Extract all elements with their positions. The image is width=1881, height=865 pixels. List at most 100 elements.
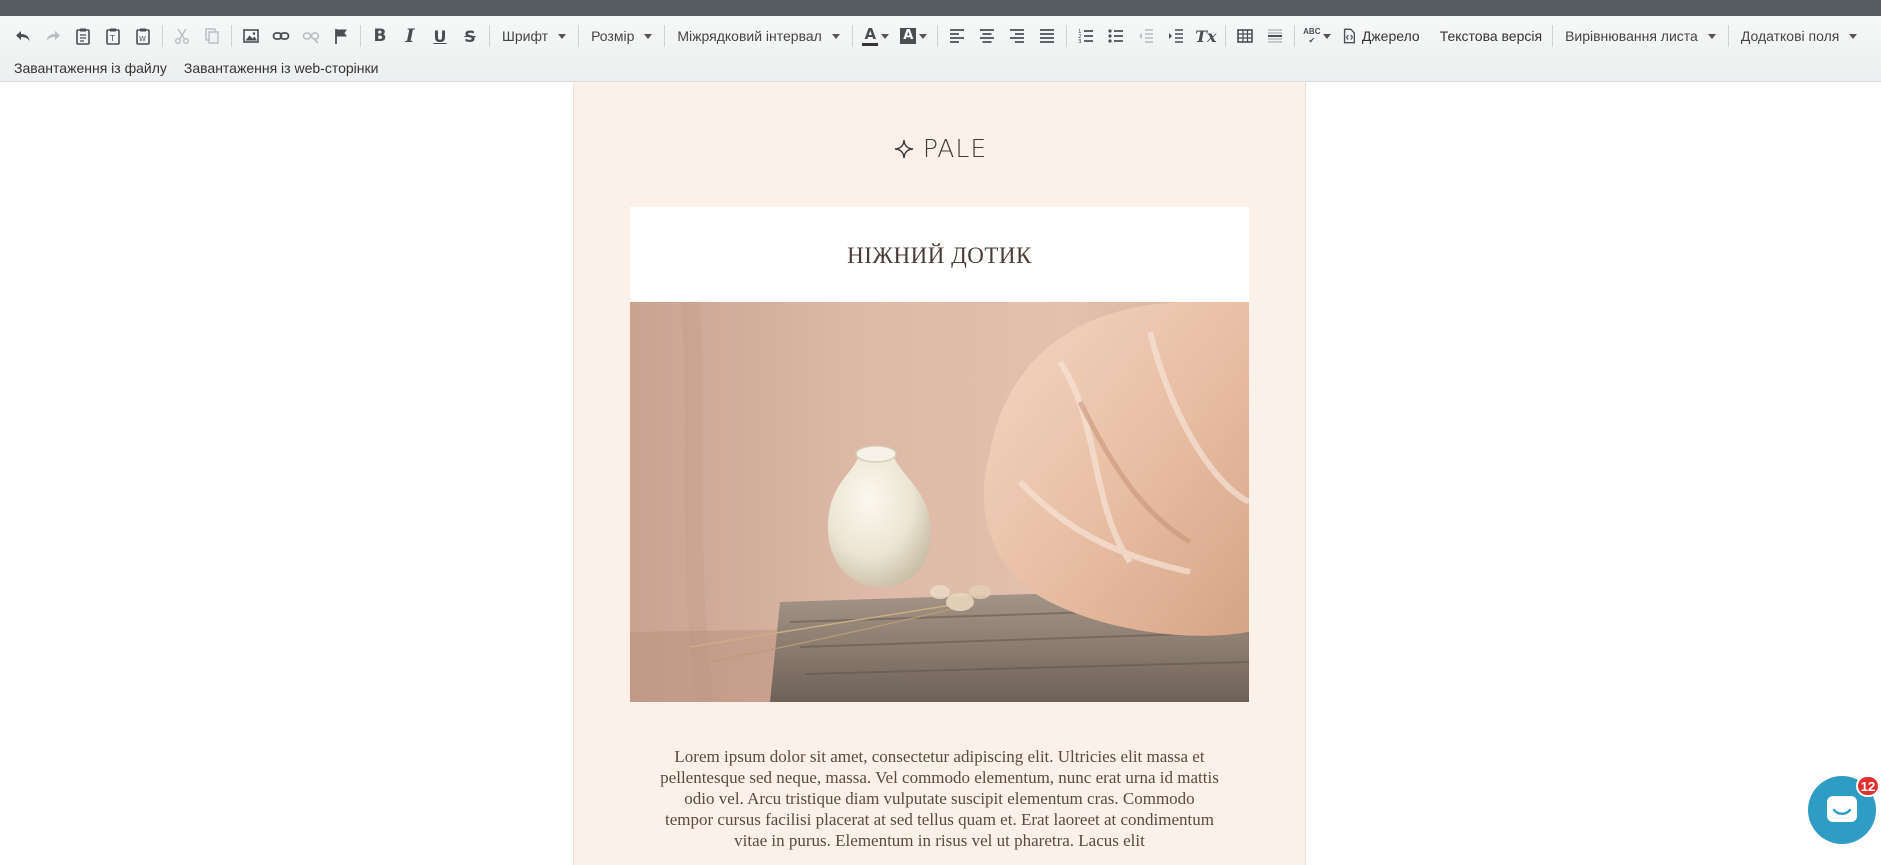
align-left-icon [949, 29, 964, 43]
align-left-button[interactable] [942, 22, 972, 50]
toolbar-separator [1552, 25, 1554, 47]
editor-toolbar: T W B I U S Шрифт Розмір Міжрядковий інт… [0, 16, 1881, 82]
paste-word-button[interactable]: W [128, 22, 158, 50]
copy-icon [205, 28, 219, 44]
svg-text:W: W [139, 35, 146, 43]
email-header-card[interactable]: НІЖНИЙ ДОТИК [630, 207, 1249, 303]
bulleted-list-button[interactable] [1101, 22, 1131, 50]
bold-button[interactable]: B [365, 22, 395, 50]
horizontal-rule-button[interactable] [1260, 22, 1290, 50]
outdent-button[interactable] [1131, 22, 1161, 50]
align-right-icon [1009, 29, 1024, 43]
strikethrough-button[interactable]: S [455, 22, 485, 50]
chevron-down-icon [644, 33, 653, 39]
table-icon [1237, 29, 1253, 43]
anchor-button[interactable] [326, 22, 356, 50]
svg-text:T: T [109, 34, 115, 43]
scissors-icon [175, 28, 189, 44]
size-dropdown[interactable]: Розмір [583, 22, 660, 50]
paste-text-button[interactable]: T [98, 22, 128, 50]
chevron-down-icon [831, 33, 840, 39]
align-right-button[interactable] [1002, 22, 1032, 50]
paste-text-icon: T [106, 28, 120, 45]
copy-button[interactable] [197, 22, 227, 50]
extra-fields-dropdown[interactable]: Додаткові поля [1733, 22, 1866, 50]
italic-button[interactable]: I [395, 22, 425, 50]
align-letter-dropdown[interactable]: Вирівнювання листа [1557, 22, 1724, 50]
font-dropdown[interactable]: Шрифт [494, 22, 574, 50]
background-color-button[interactable]: A [895, 22, 933, 50]
insert-table-button[interactable] [1230, 22, 1260, 50]
indent-button[interactable] [1161, 22, 1191, 50]
svg-text:3: 3 [1078, 39, 1082, 45]
font-color-swatch [862, 42, 879, 46]
clear-format-button[interactable]: Tx [1191, 22, 1221, 50]
source-button[interactable]: Джерело [1335, 22, 1426, 50]
image-icon [243, 29, 259, 43]
source-button-label: Джерело [1361, 28, 1420, 44]
background-color-icon: A [900, 28, 917, 44]
hero-image[interactable] [630, 302, 1249, 702]
chevron-down-icon [881, 33, 890, 39]
flag-icon [335, 29, 347, 44]
toolbar-separator [1293, 25, 1295, 47]
window-top-bar [0, 0, 1881, 16]
underline-button[interactable]: U [425, 22, 455, 50]
toolbar-separator [1065, 25, 1067, 47]
insert-link-button[interactable] [266, 22, 296, 50]
clipboard-icon [76, 28, 90, 45]
toolbar-separator [1727, 25, 1729, 47]
strikethrough-icon: S [464, 26, 476, 46]
font-color-button[interactable]: A [857, 22, 895, 50]
font-color-glyph: A [864, 24, 877, 43]
chevron-down-icon [919, 33, 928, 39]
bulleted-list-icon [1108, 29, 1123, 43]
cut-button[interactable] [167, 22, 197, 50]
align-center-icon [979, 29, 994, 43]
upload-row: Завантаження із файлу Завантаження із we… [14, 58, 378, 78]
chevron-down-icon [1322, 33, 1331, 39]
unlink-button[interactable] [296, 22, 326, 50]
line-spacing-dropdown[interactable]: Міжрядковий інтервал [669, 22, 847, 50]
font-color-icon: A [862, 24, 879, 46]
horizontal-rule-icon [1267, 29, 1282, 43]
email-title[interactable]: НІЖНИЙ ДОТИК [630, 243, 1249, 269]
toolbar-separator [360, 25, 361, 47]
brand-logo: PALE [574, 134, 1307, 163]
toolbar-separator [231, 25, 232, 47]
size-dropdown-label: Розмір [591, 28, 635, 44]
chevron-down-icon [1849, 33, 1858, 39]
insert-image-button[interactable] [236, 22, 266, 50]
toolbar-separator [1224, 25, 1226, 47]
toolbar-separator [162, 25, 163, 47]
align-justify-icon [1039, 29, 1054, 43]
paste-word-icon: W [136, 28, 150, 45]
sparkle-icon [894, 139, 913, 159]
email-body-text[interactable]: Lorem ipsum dolor sit amet, consectetur … [660, 746, 1219, 851]
text-version-label: Текстова версія [1439, 28, 1543, 44]
align-justify-button[interactable] [1032, 22, 1062, 50]
numbered-list-button[interactable]: 123 [1071, 22, 1101, 50]
spellcheck-button[interactable]: ABC ✔ [1299, 22, 1335, 50]
text-version-button[interactable]: Текстова версія [1434, 22, 1548, 50]
clear-format-icon: Tx [1195, 26, 1217, 46]
redo-button[interactable] [38, 22, 68, 50]
source-icon [1343, 28, 1355, 44]
email-canvas[interactable]: PALE НІЖНИЙ ДОТИК Lorem ipsum dolor sit … [573, 82, 1306, 865]
align-center-button[interactable] [972, 22, 1002, 50]
font-dropdown-label: Шрифт [502, 28, 549, 44]
paste-button[interactable] [68, 22, 98, 50]
toolbar-separator [936, 25, 938, 47]
chevron-down-icon [558, 33, 567, 39]
unlink-icon [302, 32, 320, 44]
extra-fields-label: Додаткові поля [1740, 28, 1840, 44]
spellcheck-glyph: ABC [1303, 27, 1321, 36]
undo-button[interactable] [8, 22, 38, 50]
toolbar-separator [851, 25, 853, 47]
numbered-list-icon: 123 [1078, 29, 1093, 45]
spellcheck-icon: ABC ✔ [1303, 27, 1321, 45]
undo-icon [16, 31, 30, 41]
toolbar-separator [489, 25, 490, 47]
upload-from-web-link[interactable]: Завантаження із web-сторінки [184, 60, 379, 76]
upload-from-file-link[interactable]: Завантаження із файлу [14, 60, 167, 76]
